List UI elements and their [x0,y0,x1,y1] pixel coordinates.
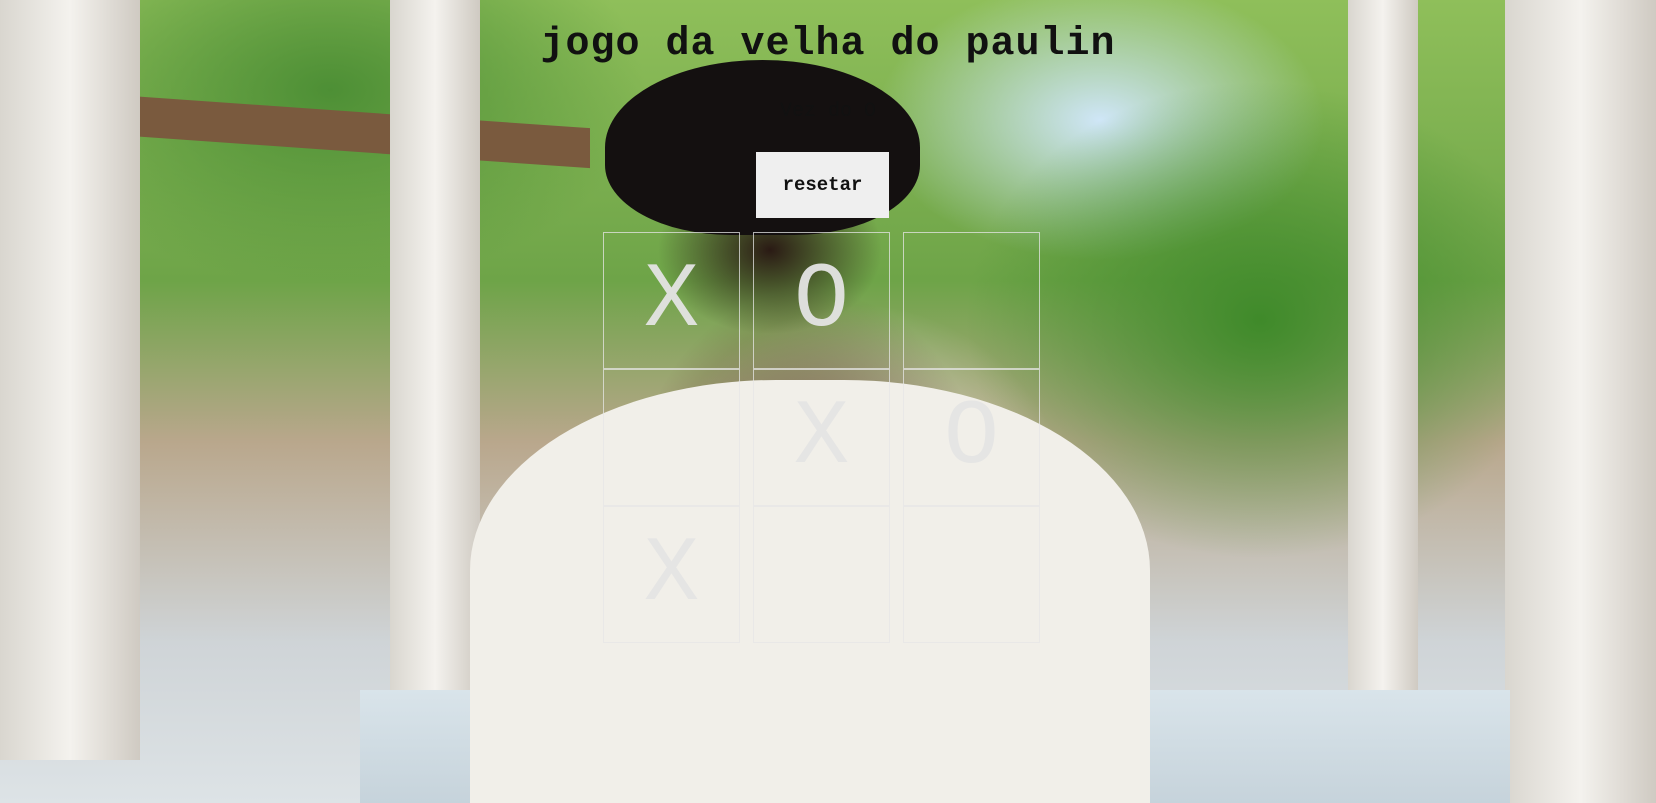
board-cell-3-1[interactable]: X [603,506,740,643]
board-cell-3-3[interactable] [903,506,1040,643]
board-cell-1-2[interactable]: O [753,232,890,369]
reset-button[interactable]: resetar [756,152,889,218]
game-board: X O X O X [603,232,1040,644]
board-cell-1-3[interactable] [903,232,1040,369]
turn-indicator: Vez do O [779,100,876,123]
board-cell-2-3[interactable]: O [903,369,1040,506]
page-title: jogo da velha do paulin [540,22,1116,67]
board-cell-2-2[interactable]: X [753,369,890,506]
board-cell-2-1[interactable] [603,369,740,506]
board-cell-1-1[interactable]: X [603,232,740,369]
board-cell-3-2[interactable] [753,506,890,643]
